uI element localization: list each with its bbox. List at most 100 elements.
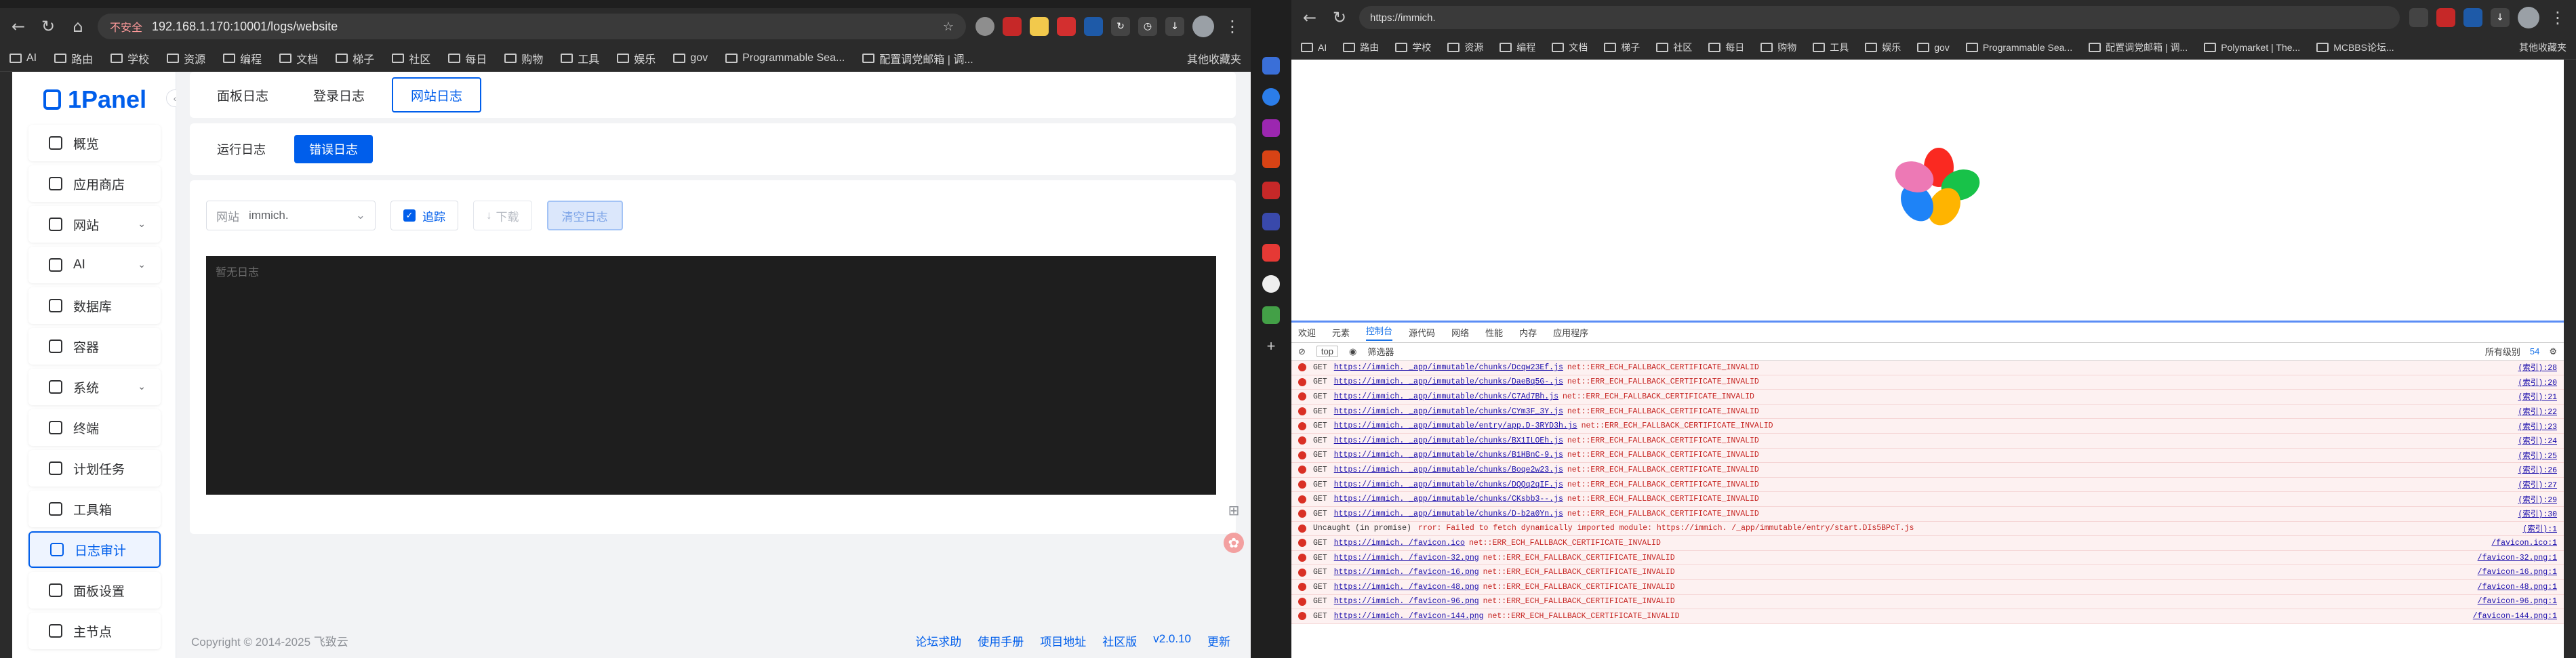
bookmark-item[interactable]: 梯子 (1604, 41, 1640, 54)
reload-icon[interactable]: ↻ (38, 16, 58, 37)
bookmark-item[interactable]: 文档 (279, 50, 318, 66)
bookmark-item[interactable]: 工具 (1813, 41, 1849, 54)
log-url[interactable]: https://immich. /favicon-32.png (1334, 554, 1479, 562)
log-url[interactable]: https://immich. /favicon.ico (1334, 539, 1465, 548)
bookmark-item[interactable]: AI (9, 52, 37, 64)
bookmark-item[interactable]: 学校 (1395, 41, 1431, 54)
bookmark-item[interactable]: 配置调党邮箱 | 调... (862, 50, 973, 66)
bookmark-item[interactable]: Programmable Sea... (725, 52, 845, 64)
log-url[interactable]: https://immich. /favicon-144.png (1334, 612, 1484, 621)
log-url[interactable]: https://immich. _app/immutable/chunks/C7… (1334, 392, 1558, 401)
footer-link[interactable]: 社区版 (1102, 632, 1137, 649)
bookmark-item[interactable]: 每日 (448, 50, 487, 66)
sidebar-app-icon[interactable] (1262, 306, 1280, 324)
sidebar-app-icon[interactable] (1262, 213, 1280, 230)
clear-console-icon[interactable]: ⊘ (1298, 346, 1306, 357)
download-button[interactable]: ↓ 下载 (473, 201, 532, 230)
eye-icon[interactable]: ◉ (1349, 346, 1356, 357)
extension-icon[interactable] (2463, 8, 2482, 27)
filter-input[interactable]: 筛选器 (1367, 345, 1394, 358)
bookmark-item[interactable]: 娱乐 (1865, 41, 1901, 54)
sidebar-app-icon[interactable] (1262, 182, 1280, 199)
bookmark-item[interactable]: gov (1917, 42, 1950, 53)
bookmark-item[interactable]: 学校 (110, 50, 149, 66)
tab-item[interactable]: 登录日志 (296, 77, 382, 112)
sidebar-item[interactable]: 系统 ⌄ (28, 369, 161, 405)
log-url[interactable]: https://immich. /favicon-96.png (1334, 597, 1479, 606)
tab-item[interactable]: 面板日志 (199, 77, 286, 112)
sidebar-item[interactable]: 容器 (28, 328, 161, 365)
extension-icon[interactable] (1057, 17, 1076, 36)
extension-icon[interactable] (1003, 17, 1022, 36)
log-source-link[interactable]: (索引):23 (2504, 421, 2557, 432)
bookmark-item[interactable]: Polymarket | The... (2204, 42, 2300, 53)
sidebar-item[interactable]: 数据库 (28, 287, 161, 324)
bookmark-item[interactable]: 娱乐 (617, 50, 656, 66)
log-url[interactable]: https://immich. _app/immutable/chunks/CK… (1334, 495, 1563, 503)
website-select[interactable]: 网站 immich. ⌄ (206, 201, 376, 230)
bookmark-item[interactable]: gov (673, 52, 708, 64)
log-source-link[interactable]: (索引):30 (2504, 508, 2557, 519)
subtab-button[interactable]: 错误日志 (294, 135, 373, 163)
other-bookmarks[interactable]: 其他收藏夹 (2514, 41, 2567, 54)
log-url[interactable]: https://immich. /favicon-48.png (1334, 583, 1479, 592)
bookmark-item[interactable]: 工具 (561, 50, 599, 66)
log-url[interactable]: https://immich. _app/immutable/chunks/Bo… (1334, 466, 1563, 474)
sidebar-item[interactable]: 应用商店 (28, 165, 161, 202)
extension-icon[interactable] (2436, 8, 2455, 27)
bookmark-item[interactable]: 购物 (504, 50, 543, 66)
footer-link[interactable]: 使用手册 (978, 632, 1024, 649)
devtools-tab[interactable]: 内存 (1519, 326, 1537, 339)
bookmark-item[interactable]: 路由 (1343, 41, 1379, 54)
sidebar-item[interactable]: 主节点 (28, 613, 161, 649)
add-icon[interactable]: + (1262, 337, 1280, 355)
assistant-icon[interactable]: ✿ (1224, 533, 1244, 553)
sidebar-app-icon[interactable] (1262, 88, 1280, 106)
log-url[interactable]: https://immich. _app/immutable/chunks/B1… (1334, 451, 1563, 459)
devtools-tab[interactable]: 应用程序 (1553, 326, 1588, 339)
url-input[interactable]: 不安全 192.168.1.170:10001/logs/website ☆ (98, 14, 966, 39)
log-source-link[interactable]: (索引):20 (2504, 377, 2557, 388)
log-source-link[interactable]: (索引):24 (2504, 435, 2557, 446)
sidebar-item[interactable]: 工具箱 (28, 491, 161, 527)
extension-icon[interactable] (1084, 17, 1103, 36)
profile-avatar[interactable] (1192, 16, 1214, 37)
sidebar-app-icon[interactable] (1262, 275, 1280, 293)
bookmark-item[interactable]: 社区 (1656, 41, 1692, 54)
profile-avatar[interactable] (2518, 7, 2539, 28)
download-icon[interactable]: ↓ (2491, 8, 2510, 27)
log-source-link[interactable]: /favicon-32.png:1 (2464, 554, 2557, 562)
log-url[interactable]: https://immich. _app/immutable/chunks/BX… (1334, 436, 1563, 445)
bookmark-item[interactable]: 路由 (54, 50, 93, 66)
sidebar-item[interactable]: 概览 (28, 125, 161, 161)
other-bookmarks[interactable]: 其他收藏夹 (1182, 50, 1241, 66)
devtools-tab[interactable]: 源代码 (1409, 326, 1435, 339)
bookmark-item[interactable]: 编程 (223, 50, 262, 66)
log-source-link[interactable]: /favicon-96.png:1 (2464, 597, 2557, 606)
extension-icon[interactable] (975, 17, 994, 36)
devtools-tab[interactable]: 元素 (1332, 326, 1350, 339)
sidebar-app-icon[interactable] (1262, 57, 1280, 75)
clear-log-button[interactable]: 清空日志 (546, 201, 623, 230)
log-url[interactable]: https://immich. _app/immutable/chunks/CY… (1334, 407, 1563, 416)
grid-icon[interactable]: ⊞ (1224, 500, 1244, 520)
security-warning[interactable]: 不安全 (110, 18, 142, 35)
right-url-input[interactable]: https://immich. (1359, 6, 2400, 29)
bookmark-item[interactable]: MCBBS论坛... (2316, 41, 2394, 54)
log-source-link[interactable]: /favicon-48.png:1 (2464, 583, 2557, 592)
sidebar-item[interactable]: AI ⌄ (28, 247, 161, 283)
devtools-tab[interactable]: 控制台 (1366, 324, 1393, 341)
follow-checkbox[interactable]: ✓ 追踪 (390, 201, 458, 230)
log-source-link[interactable]: /favicon.ico:1 (2478, 539, 2557, 548)
extension-icon[interactable] (1030, 17, 1049, 36)
history-icon[interactable]: ◷ (1138, 17, 1157, 36)
sidebar-item[interactable]: 网站 ⌄ (28, 206, 161, 243)
log-source-link[interactable]: (索引):21 (2504, 391, 2557, 402)
sidebar-item[interactable]: 终端 (28, 409, 161, 446)
devtools-tab[interactable]: 性能 (1485, 326, 1503, 339)
update-link[interactable]: 更新 (1207, 632, 1230, 649)
menu-icon[interactable]: ⋮ (1222, 16, 1243, 37)
log-url[interactable]: https://immich. _app/immutable/chunks/Dc… (1334, 363, 1563, 372)
bookmark-item[interactable]: AI (1301, 42, 1327, 53)
sidebar-app-icon[interactable] (1262, 150, 1280, 168)
